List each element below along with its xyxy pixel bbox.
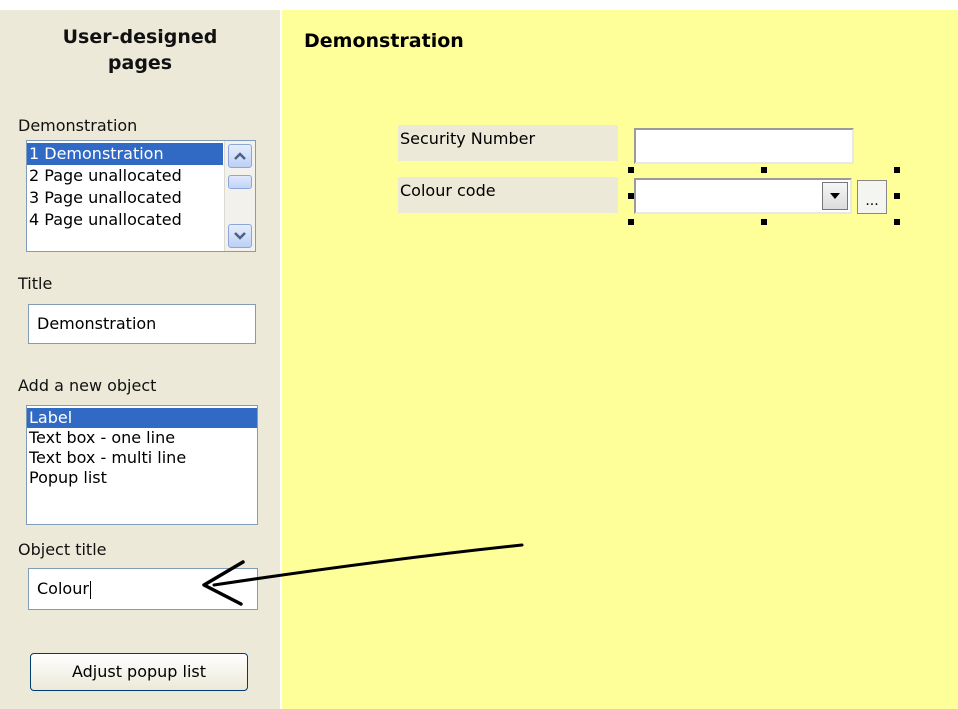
object-type-item[interactable]: Label: [27, 408, 257, 428]
page-list-item[interactable]: 1 Demonstration: [27, 143, 223, 165]
title-field-label: Title: [18, 274, 53, 293]
security-number-input[interactable]: [634, 128, 854, 164]
selection-handle[interactable]: [761, 167, 767, 173]
pages-list[interactable]: 1 Demonstration 2 Page unallocated 3 Pag…: [26, 140, 256, 252]
sidebar-title: User-designed pages: [0, 24, 280, 76]
ellipsis-button[interactable]: ...: [857, 180, 887, 214]
colour-code-dropdown[interactable]: [634, 178, 852, 214]
adjust-popup-list-button[interactable]: Adjust popup list: [30, 653, 248, 691]
sidebar-title-line2: pages: [107, 52, 173, 74]
title-input[interactable]: Demonstration: [28, 304, 256, 344]
page-list-item[interactable]: 4 Page unallocated: [27, 209, 223, 231]
chevron-up-icon[interactable]: [228, 144, 252, 168]
object-type-list[interactable]: Label Text box - one line Text box - mul…: [26, 405, 258, 525]
selection-handle[interactable]: [894, 167, 900, 173]
selection-handle[interactable]: [628, 219, 634, 225]
colour-code-label[interactable]: Colour code: [398, 177, 618, 213]
selection-handle[interactable]: [894, 193, 900, 199]
pages-list-scrollbar[interactable]: [224, 141, 255, 251]
selection-handle[interactable]: [628, 167, 634, 173]
selection-handle[interactable]: [761, 219, 767, 225]
object-title-label: Object title: [18, 540, 107, 559]
text-caret: [89, 580, 91, 599]
selection-handle[interactable]: [628, 193, 634, 199]
page-list-item[interactable]: 2 Page unallocated: [27, 165, 223, 187]
canvas-title: Demonstration: [304, 30, 464, 52]
sidebar-title-line1: User-designed: [62, 26, 218, 48]
object-type-item[interactable]: Popup list: [27, 468, 257, 488]
scroll-thumb[interactable]: [228, 175, 252, 189]
object-title-value: Colour: [37, 579, 89, 598]
chevron-down-icon[interactable]: [228, 224, 252, 248]
dropdown-arrow-icon[interactable]: [822, 182, 848, 210]
security-number-label[interactable]: Security Number: [398, 125, 618, 161]
add-object-label: Add a new object: [18, 376, 157, 395]
selection-handle[interactable]: [894, 219, 900, 225]
pages-label: Demonstration: [18, 116, 138, 135]
page-list-item[interactable]: 3 Page unallocated: [27, 187, 223, 209]
object-title-input[interactable]: Colour: [28, 568, 258, 610]
object-type-item[interactable]: Text box - multi line: [27, 448, 257, 468]
object-type-item[interactable]: Text box - one line: [27, 428, 257, 448]
design-canvas[interactable]: [282, 10, 958, 709]
